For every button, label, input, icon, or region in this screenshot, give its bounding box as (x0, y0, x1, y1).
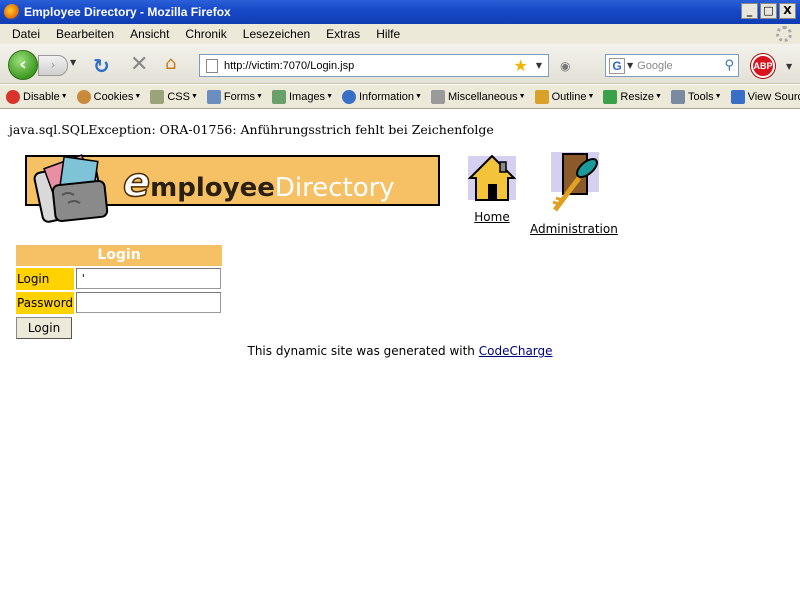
devbar-label: Outline (551, 90, 587, 103)
devbar-label: Forms (223, 90, 256, 103)
url-bar[interactable]: http://victim:7070/Login.jsp ★ ▼ (199, 54, 549, 77)
login-form: Login Login ' Password Login (16, 245, 222, 339)
devbar-information[interactable]: Information ▼ (342, 89, 422, 104)
login-form-header: Login (16, 245, 222, 266)
devbar-images[interactable]: Images ▼ (271, 89, 333, 104)
disable-icon (6, 89, 20, 104)
information-icon (342, 89, 356, 104)
navigation-toolbar: ‹ › ▼ ↻ ✕ ⌂ http://victim:7070/Login.jsp… (0, 44, 800, 84)
menu-hilfe[interactable]: Hilfe (368, 27, 408, 41)
sql-error-message: java.sql.SQLException: ORA-01756: Anführ… (9, 122, 494, 137)
images-icon (271, 89, 286, 104)
adblock-dropdown-icon[interactable]: ▼ (786, 62, 792, 71)
devbar-label: View Source (747, 90, 800, 103)
back-button[interactable]: ‹ (8, 50, 38, 80)
menu-lesezeichen[interactable]: Lesezeichen (235, 27, 318, 41)
devbar-label: CSS (167, 90, 190, 103)
banner-title: employeeDirectory (122, 159, 395, 207)
throbber-icon (776, 26, 792, 42)
url-input[interactable]: http://victim:7070/Login.jsp (224, 60, 514, 72)
home-nav[interactable]: Home (460, 150, 524, 224)
menu-bearbeiten[interactable]: Bearbeiten (48, 27, 122, 41)
web-developer-toolbar: Disable ▼ Cookies ▼ CSS ▼ Forms ▼ Images ▼ In… (0, 85, 800, 109)
close-button[interactable]: X (779, 3, 796, 19)
devbar-css[interactable]: CSS ▼ (150, 89, 198, 104)
addon-icon[interactable]: ◉ (560, 59, 570, 73)
page-icon (206, 58, 218, 73)
devbar-label: Images (288, 90, 326, 103)
home-link[interactable]: Home (474, 210, 509, 224)
footer-text: This dynamic site was generated with (247, 344, 479, 358)
login-row: Login ' (16, 268, 222, 290)
devbar-label: Information (359, 90, 415, 103)
devbar-label: Disable (23, 90, 60, 103)
footer: This dynamic site was generated with Cod… (0, 344, 800, 358)
administration-nav[interactable]: Administration (530, 150, 618, 236)
maximize-button[interactable]: □ (760, 3, 777, 19)
tools-icon (670, 89, 685, 104)
devbar-label: Cookies (93, 90, 134, 103)
menu-datei[interactable]: Datei (4, 27, 48, 41)
search-input[interactable]: Google (637, 60, 724, 72)
menubar: Datei Bearbeiten Ansicht Chronik Lesezei… (0, 24, 800, 44)
menu-ansicht[interactable]: Ansicht (122, 27, 177, 41)
google-engine-icon[interactable]: G (609, 57, 625, 74)
forms-icon (206, 89, 221, 104)
administration-link[interactable]: Administration (530, 222, 618, 236)
employee-directory-banner: employeeDirectory (25, 154, 440, 223)
password-input[interactable] (76, 292, 221, 313)
folder-icon (33, 154, 109, 223)
devbar-disable[interactable]: Disable ▼ (6, 89, 68, 104)
outline-icon (534, 89, 549, 104)
devbar-label: Miscellaneous (447, 90, 518, 103)
page-content: java.sql.SQLException: ORA-01756: Anführ… (0, 110, 800, 600)
cookies-icon (76, 89, 91, 104)
adblock-plus-icon[interactable]: ABP (751, 54, 775, 78)
view-source-icon (730, 89, 745, 104)
minimize-button[interactable]: _ (741, 3, 758, 19)
search-icon[interactable]: ⚲ (724, 58, 734, 73)
devbar-cookies[interactable]: Cookies ▼ (76, 89, 141, 104)
devbar-tools[interactable]: Tools ▼ (670, 89, 722, 104)
devbar-outline[interactable]: Outline ▼ (534, 89, 594, 104)
search-bar[interactable]: G ▼ Google ⚲ (605, 54, 739, 77)
history-dropdown-icon[interactable]: ▼ (70, 58, 76, 67)
devbar-label: Tools (687, 90, 714, 103)
devbar-view-source[interactable]: View Source▼ (730, 89, 800, 104)
resize-icon (603, 89, 618, 104)
devbar-resize[interactable]: Resize ▼ (603, 89, 662, 104)
devbar-forms[interactable]: Forms ▼ (206, 89, 263, 104)
forward-button[interactable]: › (38, 55, 68, 76)
bookmark-star-icon[interactable]: ★ (514, 56, 528, 75)
login-button[interactable]: Login (16, 317, 72, 339)
house-icon (467, 154, 517, 201)
menu-extras[interactable]: Extras (318, 27, 368, 41)
door-key-icon (551, 152, 599, 212)
devbar-miscellaneous[interactable]: Miscellaneous ▼ (430, 89, 526, 104)
home-button[interactable]: ⌂ (165, 53, 176, 74)
password-label: Password (16, 292, 74, 314)
login-label: Login (16, 268, 74, 290)
search-engine-dropdown-icon[interactable]: ▼ (627, 61, 633, 70)
menu-chronik[interactable]: Chronik (177, 27, 234, 41)
reload-button[interactable]: ↻ (93, 54, 110, 78)
window-controls: _ □ X (741, 3, 796, 19)
login-input[interactable]: ' (76, 268, 221, 289)
window-title: Employee Directory - Mozilla Firefox (24, 5, 231, 19)
css-icon (150, 89, 165, 104)
miscellaneous-icon (430, 89, 445, 104)
firefox-icon (4, 4, 20, 20)
stop-button[interactable]: ✕ (130, 52, 148, 77)
url-dropdown-icon[interactable]: ▼ (536, 61, 542, 70)
window-titlebar: Employee Directory - Mozilla Firefox _ □… (0, 0, 800, 24)
codecharge-link[interactable]: CodeCharge (479, 344, 553, 358)
password-row: Password (16, 292, 222, 314)
devbar-label: Resize (620, 90, 655, 103)
